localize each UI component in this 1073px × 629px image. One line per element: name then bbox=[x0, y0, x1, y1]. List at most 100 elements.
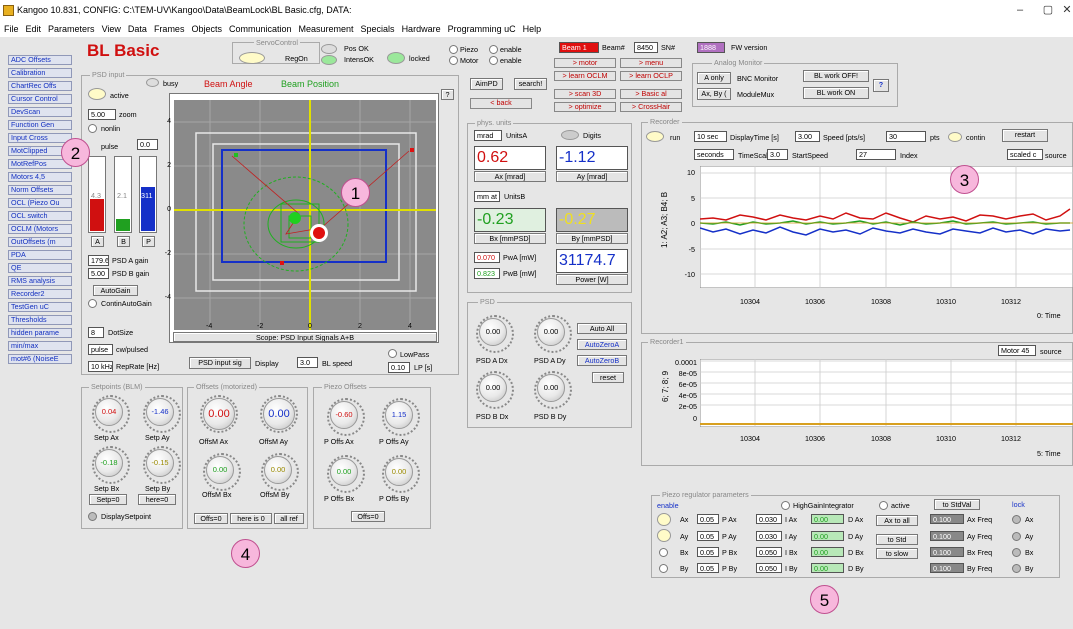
sidebar-item[interactable]: Thresholds bbox=[8, 315, 72, 325]
offsm-by-knob[interactable]: 0.00 bbox=[261, 453, 299, 491]
psd-b-dy-knob[interactable]: 0.00 bbox=[534, 371, 572, 409]
restart-button[interactable]: restart bbox=[1002, 129, 1048, 142]
d-ay-field[interactable]: 0.00 bbox=[811, 531, 844, 541]
back-button[interactable]: < back bbox=[470, 98, 532, 109]
aimpd-button[interactable]: AimPD bbox=[470, 78, 503, 90]
to-slow-button[interactable]: to slow bbox=[876, 548, 918, 559]
i-by-field[interactable]: 0.050 bbox=[756, 563, 782, 573]
p-by-field[interactable]: 0.05 bbox=[697, 563, 719, 573]
minimize-button[interactable]: – bbox=[1006, 0, 1034, 21]
crosshair-button[interactable]: > CrossHair bbox=[620, 102, 682, 112]
all-ref-button[interactable]: all ref bbox=[274, 513, 304, 524]
ay-freq-field[interactable]: 0.100 bbox=[930, 531, 964, 541]
menu-edit[interactable]: Edit bbox=[26, 24, 42, 34]
psd-b-dx-knob[interactable]: 0.00 bbox=[476, 371, 514, 409]
reg-active-radio[interactable] bbox=[879, 501, 888, 510]
analog-help-button[interactable]: ? bbox=[873, 79, 889, 92]
bar-a-button[interactable]: A bbox=[91, 236, 104, 247]
sidebar-item[interactable]: Norm Offsets bbox=[8, 185, 72, 195]
display-time-field[interactable]: 10 sec bbox=[694, 131, 727, 142]
p-offs-by-knob[interactable]: 0.00 bbox=[382, 455, 420, 493]
autozero-b-button[interactable]: AutoZeroB bbox=[577, 355, 627, 366]
beam1-indicator[interactable]: Beam 1 bbox=[559, 42, 599, 53]
ax-to-all-button[interactable]: Ax to all bbox=[876, 515, 918, 526]
sidebar-item[interactable]: Recorder2 bbox=[8, 289, 72, 299]
enable-ax-led[interactable] bbox=[657, 513, 671, 526]
motor-nav-button[interactable]: > motor bbox=[554, 58, 616, 68]
p-bx-field[interactable]: 0.05 bbox=[697, 547, 719, 557]
sidebar-item[interactable]: PDA bbox=[8, 250, 72, 260]
psd-input-sig-button[interactable]: PSD input sig bbox=[189, 357, 251, 369]
sidebar-item[interactable]: min/max bbox=[8, 341, 72, 351]
lock-ax-radio[interactable] bbox=[1012, 515, 1021, 524]
bx-mmpsd-button[interactable]: Bx [mmPSD] bbox=[474, 233, 546, 244]
bl-speed-field[interactable]: 3.0 bbox=[297, 357, 318, 368]
scan3d-button[interactable]: > scan 3D bbox=[554, 89, 616, 99]
piezo-enable-radio[interactable] bbox=[489, 45, 498, 54]
sidebar-item[interactable]: Calibration bbox=[8, 68, 72, 78]
psd-b-gain-field[interactable]: 5.00 bbox=[88, 268, 109, 279]
sidebar-item[interactable]: DevScan bbox=[8, 107, 72, 117]
timescale-field[interactable]: seconds bbox=[694, 149, 734, 160]
lp-field[interactable]: 0.10 bbox=[388, 362, 410, 373]
lowpass-radio[interactable] bbox=[388, 349, 397, 358]
d-bx-field[interactable]: 0.00 bbox=[811, 547, 844, 557]
bl-work-on-button[interactable]: BL work ON bbox=[803, 87, 869, 99]
ax-mrad-button[interactable]: Ax [mrad] bbox=[474, 171, 546, 182]
basic-al-button[interactable]: > Basic al bbox=[620, 89, 682, 99]
p-offs-bx-knob[interactable]: 0.00 bbox=[327, 455, 365, 493]
sidebar-item[interactable]: QE bbox=[8, 263, 72, 273]
beam-number-field[interactable]: 8450 bbox=[634, 42, 658, 53]
here-is-0-button[interactable]: here is 0 bbox=[230, 513, 272, 524]
power-button[interactable]: Power [W] bbox=[556, 274, 628, 285]
enable-bx-radio[interactable] bbox=[659, 548, 668, 557]
units-b-field[interactable]: mm at f bbox=[474, 191, 500, 202]
sidebar-item[interactable]: Function Gen bbox=[8, 120, 72, 130]
d-ax-field[interactable]: 0.00 bbox=[811, 514, 844, 524]
startspeed-field[interactable]: 3.0 bbox=[767, 149, 788, 160]
menu-hardware[interactable]: Hardware bbox=[402, 24, 441, 34]
menu-parameters[interactable]: Parameters bbox=[48, 24, 95, 34]
bx-freq-field[interactable]: 0.100 bbox=[930, 547, 964, 557]
contin-autogain-radio[interactable] bbox=[88, 299, 97, 308]
by-mmpsd-button[interactable]: By [mmPSD] bbox=[556, 233, 628, 244]
setp-by-knob[interactable]: -0.15 bbox=[143, 446, 181, 484]
a-only-button[interactable]: A only bbox=[697, 72, 731, 84]
autozero-a-button[interactable]: AutoZeroA bbox=[577, 339, 627, 350]
menu-file[interactable]: File bbox=[4, 24, 19, 34]
regon-led[interactable] bbox=[239, 52, 265, 64]
bar-p-button[interactable]: P bbox=[142, 236, 155, 247]
motor-enable-radio[interactable] bbox=[489, 56, 498, 65]
psd-a-gain-field[interactable]: 179.6 bbox=[88, 255, 109, 266]
menu-nav-button[interactable]: > menu bbox=[620, 58, 682, 68]
display-setpoint-radio[interactable] bbox=[88, 512, 97, 521]
menu-data[interactable]: Data bbox=[128, 24, 147, 34]
active-led[interactable] bbox=[88, 88, 106, 100]
speed-field[interactable]: 3.00 bbox=[795, 131, 820, 142]
digits-led[interactable] bbox=[561, 130, 579, 140]
ax-freq-field[interactable]: 0.100 bbox=[930, 514, 964, 524]
learn-oclm-button[interactable]: > learn OCLM bbox=[554, 71, 616, 81]
sidebar-item[interactable]: OCL (Piezo Ou bbox=[8, 198, 72, 208]
sidebar-item[interactable]: ADC Offsets bbox=[8, 55, 72, 65]
auto-all-button[interactable]: Auto All bbox=[577, 323, 627, 334]
psd-a-dx-knob[interactable]: 0.00 bbox=[476, 315, 514, 353]
scope-help-button[interactable]: ? bbox=[441, 89, 454, 100]
sidebar-item[interactable]: OCL switch bbox=[8, 211, 72, 221]
setp-bx-knob[interactable]: -0.18 bbox=[92, 446, 130, 484]
p-offs0-button[interactable]: Offs=0 bbox=[351, 511, 385, 522]
offsm-ay-knob[interactable]: 0.00 bbox=[260, 395, 298, 433]
menu-objects[interactable]: Objects bbox=[191, 24, 222, 34]
i-ay-field[interactable]: 0.030 bbox=[756, 531, 782, 541]
sidebar-item[interactable]: ChartRec Offs bbox=[8, 81, 72, 91]
lock-bx-radio[interactable] bbox=[1012, 548, 1021, 557]
sidebar-item[interactable]: Cursor Control bbox=[8, 94, 72, 104]
here0-button[interactable]: here=0 bbox=[138, 494, 176, 505]
bar-b-button[interactable]: B bbox=[117, 236, 130, 247]
sidebar-item[interactable]: MotRefPos bbox=[8, 159, 72, 169]
lock-ay-radio[interactable] bbox=[1012, 532, 1021, 541]
setp-ay-knob[interactable]: -1.46 bbox=[143, 395, 181, 433]
p-ay-field[interactable]: 0.05 bbox=[697, 531, 719, 541]
sidebar-item[interactable]: Motors 4,5 bbox=[8, 172, 72, 182]
menu-measurement[interactable]: Measurement bbox=[299, 24, 354, 34]
